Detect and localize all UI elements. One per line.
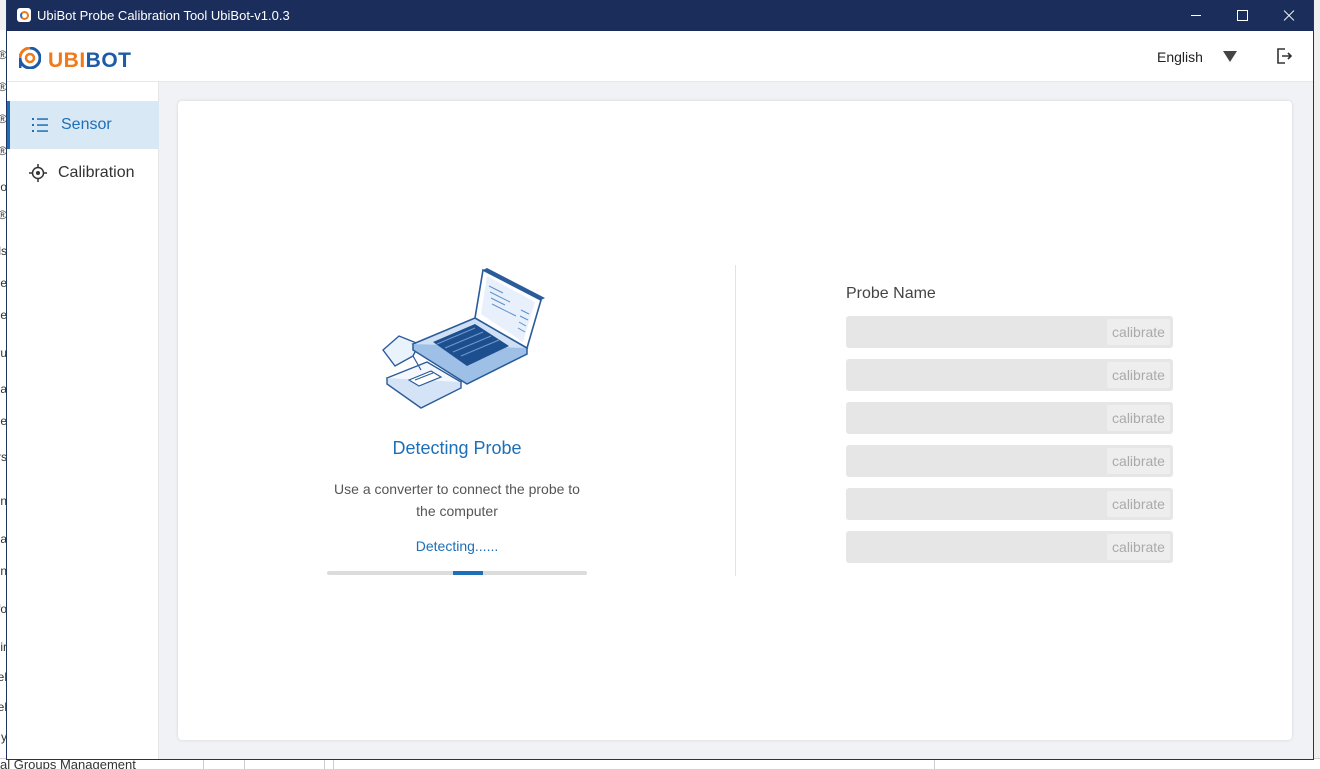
bg-fragment: ®	[0, 80, 7, 94]
detecting-progress-bar	[327, 571, 587, 575]
sidebar-item-calibration[interactable]: Calibration	[7, 149, 158, 197]
app-header: UBIBOT English	[7, 31, 1313, 82]
bg-fragment: ®	[0, 48, 7, 62]
probe-row: calibrate	[846, 316, 1173, 348]
bg-fragment: ®	[0, 112, 7, 126]
logo-bot: BOT	[85, 49, 132, 72]
probe-row: calibrate	[846, 531, 1173, 563]
bg-fragment: el	[0, 700, 7, 714]
logout-icon[interactable]	[1275, 47, 1293, 65]
sidebar-item-sensor[interactable]: Sensor	[7, 101, 161, 149]
bg-fragment: na	[0, 532, 7, 546]
chevron-down-icon[interactable]	[1223, 51, 1237, 62]
detecting-progress-fill	[453, 571, 483, 575]
probe-row: calibrate	[846, 359, 1173, 391]
logo-wordmark: UBIBOT	[48, 49, 132, 73]
bg-fragment: o	[0, 180, 7, 194]
calibrate-button[interactable]: calibrate	[1107, 534, 1170, 560]
window-title: UbiBot Probe Calibration Tool UbiBot-v1.…	[37, 8, 290, 23]
bg-fragment: e	[0, 276, 7, 290]
bg-fragment: rs	[0, 450, 7, 464]
calibrate-button[interactable]: calibrate	[1107, 319, 1170, 345]
title-bar[interactable]: UbiBot Probe Calibration Tool UbiBot-v1.…	[7, 0, 1313, 31]
bg-fragment: ir	[0, 640, 7, 654]
app-window: UbiBot Probe Calibration Tool UbiBot-v1.…	[7, 0, 1313, 759]
maximize-button[interactable]	[1219, 0, 1265, 31]
bg-fragment: ®	[0, 208, 7, 222]
bg-fragment: ru	[0, 346, 7, 360]
calibrate-button[interactable]: calibrate	[1107, 405, 1170, 431]
vertical-divider	[735, 265, 736, 576]
calibrate-button[interactable]: calibrate	[1107, 448, 1170, 474]
bg-fragment: ®	[0, 144, 7, 158]
sidebar-item-label: Sensor	[61, 116, 112, 133]
probe-name-label: Probe Name	[846, 285, 936, 302]
sidebar: Sensor Calibration	[7, 82, 161, 759]
close-button[interactable]	[1265, 0, 1311, 31]
bg-fragment: ls	[0, 244, 7, 258]
bg-fragment: n	[0, 564, 7, 578]
probe-row: calibrate	[846, 488, 1173, 520]
sidebar-item-label: Calibration	[58, 164, 135, 181]
bg-fragment: De	[0, 414, 7, 428]
ubibot-logo-icon	[19, 47, 41, 69]
laptop-illustration	[382, 268, 545, 409]
bg-fragment: a	[0, 382, 7, 396]
minimize-button[interactable]	[1173, 0, 1219, 31]
probe-row: calibrate	[846, 445, 1173, 477]
list-icon	[32, 118, 48, 132]
detecting-probe-title: Detecting Probe	[392, 438, 522, 458]
bg-fragment: se	[0, 308, 7, 322]
logo-ubi: UBI	[48, 49, 86, 72]
calibrate-button[interactable]: calibrate	[1107, 362, 1170, 388]
app-icon	[17, 8, 31, 22]
language-select[interactable]: English	[1157, 49, 1203, 65]
bg-fragment: el	[0, 670, 7, 684]
background-app-bottom-edge: al Groups Management	[0, 758, 1320, 769]
bg-fragment: fo	[0, 602, 7, 616]
calibrate-button[interactable]: calibrate	[1107, 491, 1170, 517]
detecting-status: Detecting......	[415, 538, 499, 554]
bg-fragment: n	[0, 494, 7, 508]
probe-row: calibrate	[846, 402, 1173, 434]
crosshair-icon	[29, 164, 47, 182]
detecting-probe-description: Use a converter to connect the probe to …	[334, 481, 580, 519]
